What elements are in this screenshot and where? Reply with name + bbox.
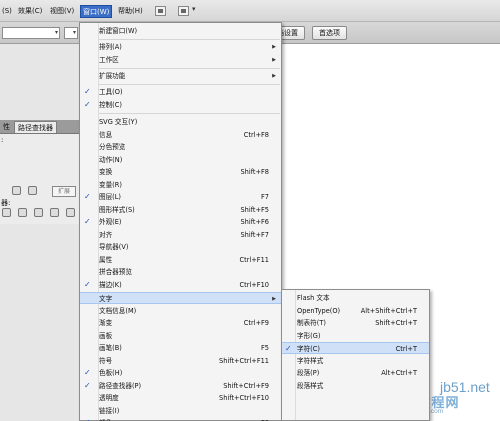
menu-item-transform[interactable]: 变换 Shift+F8	[80, 166, 281, 178]
submenu-item-flash-text[interactable]: Flash 文本	[282, 292, 429, 304]
menu-separator	[99, 39, 280, 40]
submenu-item-paragraph[interactable]: 段落(P) Alt+Ctrl+T	[282, 367, 429, 379]
checkmark-icon: ✓	[84, 100, 91, 109]
menu-item-extensions[interactable]: 扩展功能 ▶	[80, 70, 281, 82]
tab-attributes[interactable]: 性	[0, 121, 13, 133]
menu-item-links[interactable]: 链接(I)	[80, 405, 281, 417]
tab-pathfinder[interactable]: 路径查找器	[14, 121, 57, 133]
outline-icon[interactable]	[66, 208, 75, 217]
menu-item-tools[interactable]: ✓ 工具(O)	[80, 86, 281, 98]
pathfinder-tabs: 性 路径查找器	[0, 120, 80, 134]
chevron-down-icon[interactable]: ▾	[192, 5, 196, 13]
type-submenu: Flash 文本 OpenType(O) Alt+Shift+Ctrl+T 制表符…	[281, 289, 430, 421]
menu-item-arrange[interactable]: 排列(A) ▶	[80, 41, 281, 53]
menu-select[interactable]: (S)	[0, 5, 14, 18]
checkmark-icon: ✓	[84, 217, 91, 226]
crop-icon[interactable]	[50, 208, 59, 217]
menu-view[interactable]: 视图(V)	[48, 5, 76, 18]
trim-icon[interactable]	[18, 208, 27, 217]
submenu-arrow-icon: ▶	[272, 296, 276, 302]
style-select[interactable]: ▾	[2, 27, 60, 39]
menu-item-info[interactable]: 信息 Ctrl+F8	[80, 129, 281, 141]
menu-item-new-window[interactable]: 新建窗口(W)	[80, 25, 281, 37]
preferences-button[interactable]: 首选项	[312, 26, 347, 40]
option-select[interactable]: ▾	[64, 27, 78, 39]
shape-modes-label: :	[1, 136, 4, 144]
menu-item-pathfinder[interactable]: ✓ 路径查找器(P) Shift+Ctrl+F9	[80, 380, 281, 392]
checkmark-icon: ✓	[84, 381, 91, 390]
submenu-arrow-icon: ▶	[272, 73, 276, 79]
bridge-icon[interactable]	[155, 6, 166, 16]
submenu-item-character[interactable]: ✓ 字符(C) Ctrl+T	[282, 342, 429, 355]
submenu-item-glyphs[interactable]: 字形(G)	[282, 330, 429, 342]
submenu-arrow-icon: ▶	[272, 44, 276, 50]
chevron-down-icon: ▾	[72, 29, 76, 36]
menu-item-swatches[interactable]: ✓ 色板(H)	[80, 367, 281, 379]
menu-item-separations-preview[interactable]: 分色预览	[80, 141, 281, 153]
menu-item-layers[interactable]: ✓ 图层(L) F7	[80, 191, 281, 203]
menu-item-stroke[interactable]: ✓ 描边(K) Ctrl+F10	[80, 279, 281, 291]
menu-item-document-info[interactable]: 文档信息(M)	[80, 305, 281, 317]
menu-item-svg-interactivity[interactable]: SVG 交互(Y)	[80, 116, 281, 128]
menu-bar: (S) 效果(C) 视图(V) 窗口(W) 帮助(H) ▾	[0, 0, 500, 22]
menu-effect[interactable]: 效果(C)	[16, 5, 44, 18]
menu-separator	[99, 68, 280, 69]
checkmark-icon: ✓	[84, 368, 91, 377]
arrange-documents-icon[interactable]	[178, 6, 189, 16]
menu-window[interactable]: 窗口(W)	[80, 5, 113, 18]
menu-item-graphic-styles[interactable]: 图形样式(S) Shift+F5	[80, 204, 281, 216]
side-panel	[0, 44, 80, 421]
checkmark-icon: ✓	[84, 87, 91, 96]
menu-item-type[interactable]: 文字 ▶	[80, 292, 281, 305]
menu-item-appearance[interactable]: ✓ 外观(E) Shift+F6	[80, 216, 281, 228]
unite-icon[interactable]	[12, 186, 21, 195]
menu-separator	[99, 84, 280, 85]
chevron-down-icon: ▾	[54, 29, 58, 36]
menu-item-navigator[interactable]: 导航器(V)	[80, 241, 281, 253]
merge-icon[interactable]	[34, 208, 43, 217]
menu-item-align[interactable]: 对齐 Shift+F7	[80, 229, 281, 241]
menu-item-flattener-preview[interactable]: 拼合器预览	[80, 266, 281, 278]
menu-item-attributes[interactable]: 属性 Ctrl+F11	[80, 254, 281, 266]
menu-item-actions[interactable]: 动作(N)	[80, 154, 281, 166]
menu-item-control[interactable]: ✓ 控制(C)	[80, 99, 281, 111]
menu-item-color[interactable]: ✓颜色F6	[80, 417, 281, 421]
pathfinders-label: 器:	[1, 199, 11, 207]
menu-help[interactable]: 帮助(H)	[116, 5, 145, 18]
menu-item-workspace[interactable]: 工作区 ▶	[80, 54, 281, 66]
checkmark-icon: ✓	[285, 344, 292, 353]
minus-front-icon[interactable]	[28, 186, 37, 195]
menu-item-variables[interactable]: 变量(R)	[80, 179, 281, 191]
divide-icon[interactable]	[2, 208, 11, 217]
checkmark-icon: ✓	[84, 280, 91, 289]
menu-separator	[99, 113, 280, 114]
submenu-item-opentype[interactable]: OpenType(O) Alt+Shift+Ctrl+T	[282, 305, 429, 317]
submenu-item-tabs[interactable]: 制表符(T) Shift+Ctrl+T	[282, 317, 429, 329]
pathfinder-panel: : 扩展 器:	[0, 134, 80, 224]
checkmark-icon: ✓	[84, 192, 91, 201]
submenu-item-paragraph-styles[interactable]: 段落样式	[282, 380, 429, 392]
expand-button[interactable]: 扩展	[52, 186, 76, 197]
menu-item-artboards[interactable]: 画板	[80, 330, 281, 342]
window-menu: 新建窗口(W) 排列(A) ▶ 工作区 ▶ 扩展功能 ▶ ✓ 工具(O) ✓ 控制(C) …	[79, 22, 282, 421]
checkmark-icon: ✓	[84, 417, 91, 421]
menu-item-brushes[interactable]: 画笔(B) F5	[80, 342, 281, 354]
submenu-item-character-styles[interactable]: 字符样式	[282, 355, 429, 367]
submenu-arrow-icon: ▶	[272, 57, 276, 63]
menu-item-transparency[interactable]: 透明度 Shift+Ctrl+F10	[80, 392, 281, 404]
menu-item-gradient[interactable]: 渐变 Ctrl+F9	[80, 317, 281, 329]
menu-item-symbols[interactable]: 符号 Shift+Ctrl+F11	[80, 355, 281, 367]
